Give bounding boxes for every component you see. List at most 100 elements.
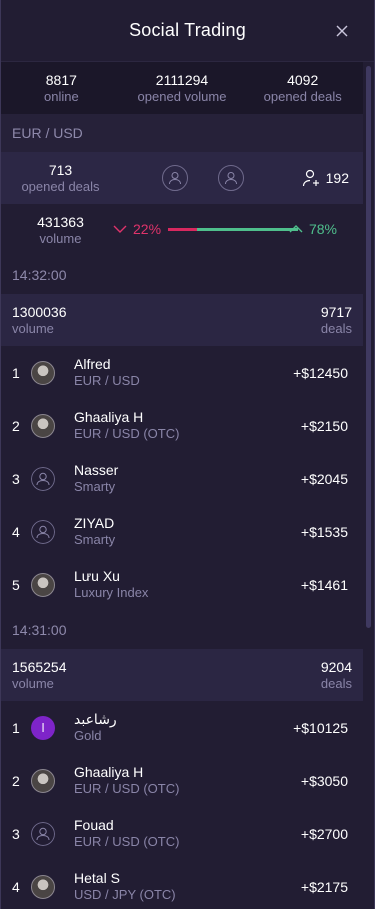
up-percent: 78% [308, 221, 337, 237]
down-sentiment: 22% [113, 221, 161, 237]
trader-name: Lưu Xu [74, 568, 120, 584]
trader-row[interactable]: 4 ZIYAD Smarty +$1535 [1, 505, 363, 558]
stat-label: online [43, 88, 79, 104]
user-outline-icon[interactable] [31, 519, 55, 544]
trader-rank: 2 [12, 417, 20, 434]
trader-row[interactable]: 3 Nasser Smarty +$2045 [1, 452, 363, 505]
trader-row[interactable]: 1 Alfred EUR / USD +$12450 [1, 346, 363, 399]
feed-scroll-area: 8817 online 2111294 opened volume 4092 o… [1, 62, 363, 909]
stat-value: 8817 [45, 71, 77, 88]
trader-profit: +$12450 [293, 364, 348, 381]
social-trading-panel: Social Trading 8817 online 2111294 opene… [0, 0, 375, 909]
sentiment-bar-down [168, 228, 197, 231]
male-user-icon [218, 165, 244, 196]
round-volume-label: volume [12, 675, 54, 691]
trader-info: Fouad EUR / USD (OTC) [74, 817, 179, 850]
trader-name: Nasser [74, 462, 119, 478]
trader-name: رشاعبد [74, 711, 117, 727]
trader-row[interactable]: 1 ا رشاعبد Gold +$10125 [1, 701, 363, 754]
trader-info: Nasser Smarty [74, 462, 118, 495]
trader-row[interactable]: 4 Hetal S USD / JPY (OTC) +$2175 [1, 860, 363, 909]
trader-info: Alfred EUR / USD [74, 356, 140, 389]
trader-asset: EUR / USD [74, 373, 140, 388]
pair-name: EUR / USD [1, 114, 363, 152]
trader-asset: Smarty [74, 479, 116, 494]
round-volume: 1565254 volume [12, 659, 67, 692]
trader-list: 1 ا رشاعبد Gold +$10125 2 Ghaaliya H EUR / USD … [1, 701, 363, 909]
trader-name: Ghaaliya H [74, 764, 144, 780]
trader-avatar[interactable] [31, 768, 55, 793]
trader-asset: Luxury Index [74, 585, 149, 600]
trader-name: Fouad [74, 817, 114, 833]
round-deals-label: deals [320, 320, 352, 336]
trader-rank: 3 [12, 825, 20, 842]
pair-deals-row: 713 opened deals 192 [1, 152, 363, 204]
trader-profit: +$1535 [300, 523, 348, 540]
trader-avatar[interactable] [31, 360, 55, 385]
trader-name: Alfred [74, 356, 111, 372]
trader-rank: 4 [12, 523, 20, 540]
trader-profit: +$2700 [300, 825, 348, 842]
pair-volume-row: 431363 volume 22% 78% [1, 204, 363, 256]
trader-avatar[interactable] [31, 572, 55, 597]
trader-profit: +$10125 [293, 719, 348, 736]
down-percent: 22% [133, 221, 162, 237]
trader-info: Lưu Xu Luxury Index [74, 568, 148, 601]
round-deals: 9717 deals [321, 304, 352, 337]
round-volume: 1300036 volume [12, 304, 67, 337]
trader-rank: 1 [12, 719, 20, 736]
stat-label: opened deals [263, 88, 342, 104]
trader-rank: 3 [12, 470, 20, 487]
user-outline-icon[interactable] [31, 466, 55, 491]
stat-label: opened volume [137, 88, 227, 104]
followers-value: 192 [325, 170, 349, 186]
trader-avatar[interactable] [31, 874, 55, 899]
sentiment-bar [168, 228, 298, 231]
trader-row[interactable]: 2 Ghaaliya H EUR / USD (OTC) +$3050 [1, 754, 363, 807]
trader-profit: +$2045 [300, 470, 348, 487]
trader-row[interactable]: 2 Ghaaliya H EUR / USD (OTC) +$2150 [1, 399, 363, 452]
trader-asset: EUR / USD (OTC) [74, 426, 180, 441]
up-sentiment: 78% [289, 221, 337, 237]
user-outline-icon[interactable] [31, 821, 55, 846]
round-volume-label: volume [12, 320, 54, 336]
round-time: 14:32:00 [1, 256, 363, 294]
trader-profit: +$2150 [300, 417, 348, 434]
trader-avatar[interactable] [31, 413, 55, 438]
trader-asset: USD / JPY (OTC) [74, 887, 176, 902]
trader-asset: EUR / USD (OTC) [74, 834, 180, 849]
round-summary: 1565254 volume 9204 deals [1, 649, 363, 701]
panel-header: Social Trading [1, 0, 374, 62]
stat-value: 4092 [287, 71, 319, 88]
trader-rank: 4 [12, 878, 20, 895]
trader-row[interactable]: 3 Fouad EUR / USD (OTC) +$2700 [1, 807, 363, 860]
trader-row[interactable]: 5 Lưu Xu Luxury Index +$1461 [1, 558, 363, 611]
pair-volume: 431363 volume [1, 214, 120, 247]
scrollbar[interactable] [366, 66, 371, 628]
round-deals: 9204 deals [321, 659, 352, 692]
pair-deals-label: opened deals [21, 178, 100, 194]
trader-info: رشاعبد Gold [74, 711, 117, 744]
stat-opened-volume: 2111294 opened volume [122, 72, 243, 105]
pair-volume-value: 431363 [37, 213, 84, 230]
followers-count[interactable]: 192 [302, 168, 349, 188]
trader-profit: +$1461 [300, 576, 348, 593]
trader-profit: +$3050 [300, 772, 348, 789]
trader-asset: EUR / USD (OTC) [74, 781, 180, 796]
pair-volume-label: volume [39, 230, 82, 246]
stat-value: 2111294 [155, 71, 209, 88]
trader-avatar[interactable]: ا [31, 715, 55, 740]
trader-rank: 5 [12, 576, 20, 593]
trader-asset: Smarty [74, 532, 116, 547]
round-volume-value: 1565254 [12, 658, 67, 675]
trader-rank: 2 [12, 772, 20, 789]
round-volume-value: 1300036 [12, 303, 67, 320]
trader-info: Ghaaliya H EUR / USD (OTC) [74, 764, 179, 797]
chevron-down-icon [113, 225, 127, 233]
close-icon[interactable] [332, 21, 352, 41]
round-deals-value: 9204 [320, 658, 352, 675]
trader-profit: +$2175 [300, 878, 348, 895]
trader-rank: 1 [12, 364, 20, 381]
round-deals-label: deals [320, 675, 352, 691]
round-summary: 1300036 volume 9717 deals [1, 294, 363, 346]
